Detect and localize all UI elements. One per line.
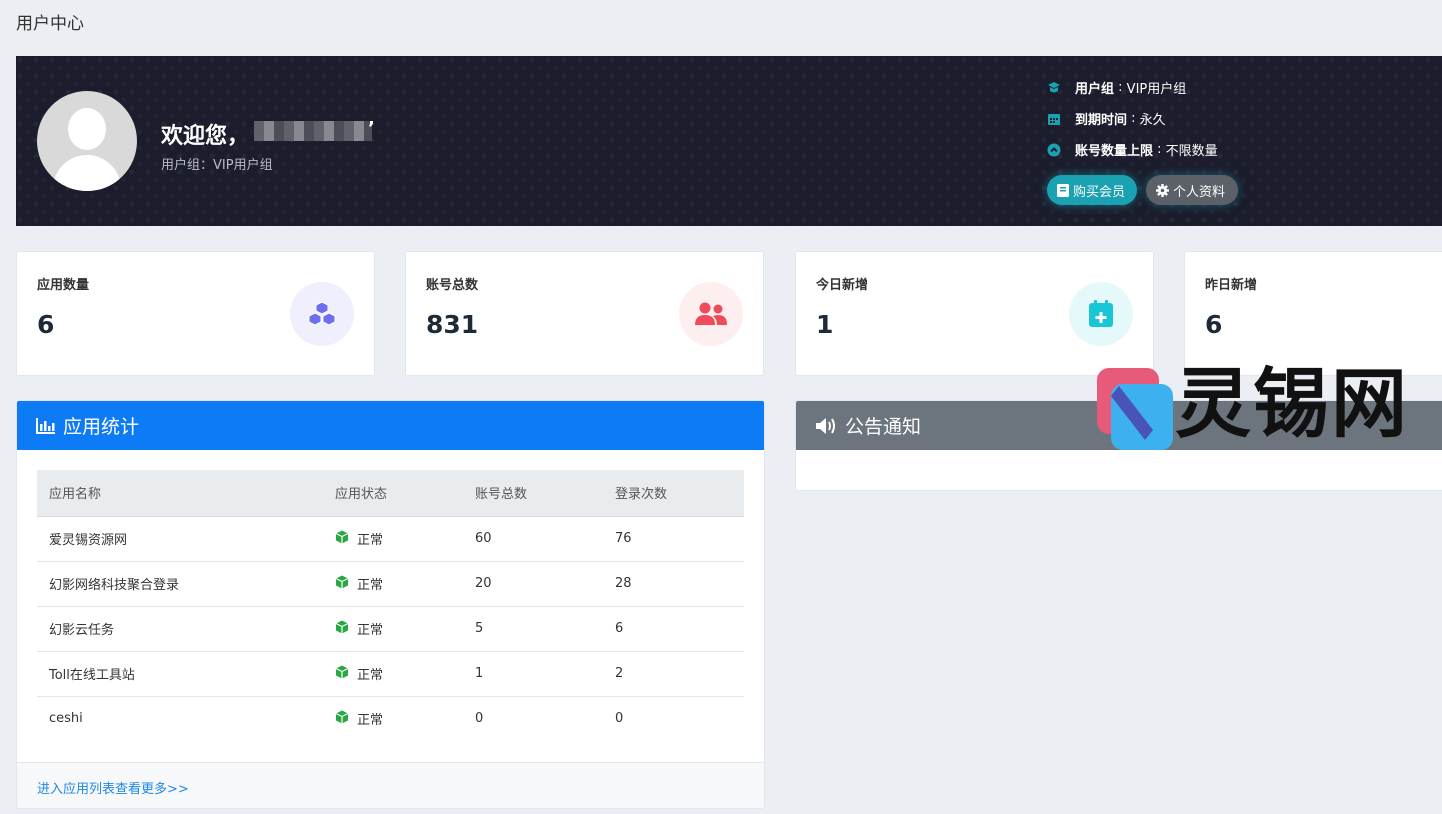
calendar-icon <box>1047 112 1061 126</box>
app-status-cell: 正常 <box>323 516 463 562</box>
column-header: 账号总数 <box>463 470 603 517</box>
status-text: 正常 <box>357 668 384 683</box>
chevron-up-circle-icon <box>1047 143 1061 157</box>
accounts-cell: 60 <box>463 516 603 562</box>
cube-icon <box>335 530 357 548</box>
welcome-text: 欢迎您， <box>161 124 250 149</box>
cube-icon <box>335 665 357 683</box>
app-status-cell: 正常 <box>323 651 463 697</box>
logins-cell: 76 <box>603 516 744 562</box>
accounts-cell: 0 <box>475 711 484 727</box>
calendar-plus-icon <box>1069 282 1133 346</box>
users-icon <box>679 282 743 346</box>
stat-value: 1 <box>816 310 834 339</box>
column-header: 应用名称 <box>37 470 323 517</box>
page-title: 用户中心 <box>16 14 84 34</box>
accounts-cell: 5 <box>463 606 603 652</box>
cube-icon <box>335 710 357 728</box>
table-row: 爱灵锡资源网 正常 60 76 <box>37 516 744 562</box>
logins-cell: 28 <box>603 561 744 607</box>
apps-stats-panel: 应用统计 应用名称 应用状态 账号总数 登录次数 爱灵锡资源网 正常 60 76 幻影网… <box>16 400 765 809</box>
watermark-text: 灵锡网 <box>1175 359 1409 448</box>
accounts-cell: 20 <box>463 561 603 607</box>
panel-footer: 进入应用列表查看更多>> <box>17 762 764 808</box>
status-text: 正常 <box>357 713 384 729</box>
panel-title: 应用统计 <box>63 416 140 438</box>
user-hero-banner: 欢迎您， ’ 用户组：VIP用户组 用户组 : VIP用户组 到期时间 : 永久… <box>16 56 1442 226</box>
status-text: 正常 <box>357 533 384 548</box>
profile-button[interactable]: 个人资料 <box>1146 175 1238 205</box>
table-row: 幻影云任务 正常 5 6 <box>37 606 744 652</box>
stat-label: 今日新增 <box>816 278 869 293</box>
apps-table: 应用名称 应用状态 账号总数 登录次数 爱灵锡资源网 正常 60 76 幻影网络科技聚合… <box>37 470 744 741</box>
logins-cell: 6 <box>603 606 744 652</box>
stat-card-today-new: 今日新增 1 <box>795 251 1154 376</box>
app-status-cell: 正常 <box>323 606 463 652</box>
app-status-cell: 正常 <box>323 561 463 607</box>
info-usergroup: 用户组 : VIP用户组 <box>1047 78 1186 97</box>
stat-value: 6 <box>1205 310 1223 339</box>
stat-label: 昨日新增 <box>1205 278 1258 293</box>
app-name-cell: ceshi <box>49 711 83 727</box>
app-name-cell: 幻影云任务 <box>37 606 323 652</box>
stat-label: 应用数量 <box>37 278 90 293</box>
avatar <box>37 91 137 191</box>
logins-cell: 0 <box>615 711 624 727</box>
cube-icon <box>335 620 357 638</box>
status-text: 正常 <box>357 623 384 638</box>
more-apps-link[interactable]: 进入应用列表查看更多>> <box>37 778 189 797</box>
table-row: ceshi 正常 0 0 <box>37 696 744 741</box>
column-header: 应用状态 <box>323 470 463 517</box>
app-name-cell: 爱灵锡资源网 <box>37 516 323 562</box>
table-header-row: 应用名称 应用状态 账号总数 登录次数 <box>37 470 744 517</box>
gear-icon <box>1156 183 1169 197</box>
book-icon <box>1057 183 1069 197</box>
buy-membership-button[interactable]: 购买会员 <box>1047 175 1137 205</box>
table-row: Toll在线工具站 正常 1 2 <box>37 651 744 697</box>
blurred-username <box>254 121 372 141</box>
status-text: 正常 <box>357 578 384 593</box>
bar-chart-icon <box>36 417 55 434</box>
stat-card-accounts: 账号总数 831 <box>405 251 764 376</box>
column-header: 登录次数 <box>603 470 744 517</box>
app-status-cell: 正常 <box>323 696 463 741</box>
stat-value: 6 <box>37 310 55 339</box>
stat-label: 账号总数 <box>426 278 479 293</box>
megaphone-icon <box>815 417 837 435</box>
stat-value: 831 <box>426 310 479 339</box>
logins-cell: 2 <box>603 651 744 697</box>
cubes-icon <box>290 282 354 346</box>
graduation-cap-icon <box>1047 81 1061 95</box>
panel-title: 公告通知 <box>845 416 922 438</box>
username-tail: ’ <box>368 118 375 139</box>
usergroup-subtitle: 用户组：VIP用户组 <box>161 158 273 173</box>
stat-card-yesterday-new: 昨日新增 6 <box>1184 251 1442 376</box>
info-account-limit: 账号数量上限 : 不限数量 <box>1047 140 1218 159</box>
accounts-cell: 1 <box>463 651 603 697</box>
stat-card-apps: 应用数量 6 <box>16 251 375 376</box>
app-name-cell: 幻影网络科技聚合登录 <box>37 561 323 607</box>
app-name-cell: Toll在线工具站 <box>37 651 323 697</box>
table-row: 幻影网络科技聚合登录 正常 20 28 <box>37 561 744 607</box>
cube-icon <box>335 575 357 593</box>
panel-header: 应用统计 <box>17 401 764 450</box>
info-expiry: 到期时间 : 永久 <box>1047 109 1166 128</box>
